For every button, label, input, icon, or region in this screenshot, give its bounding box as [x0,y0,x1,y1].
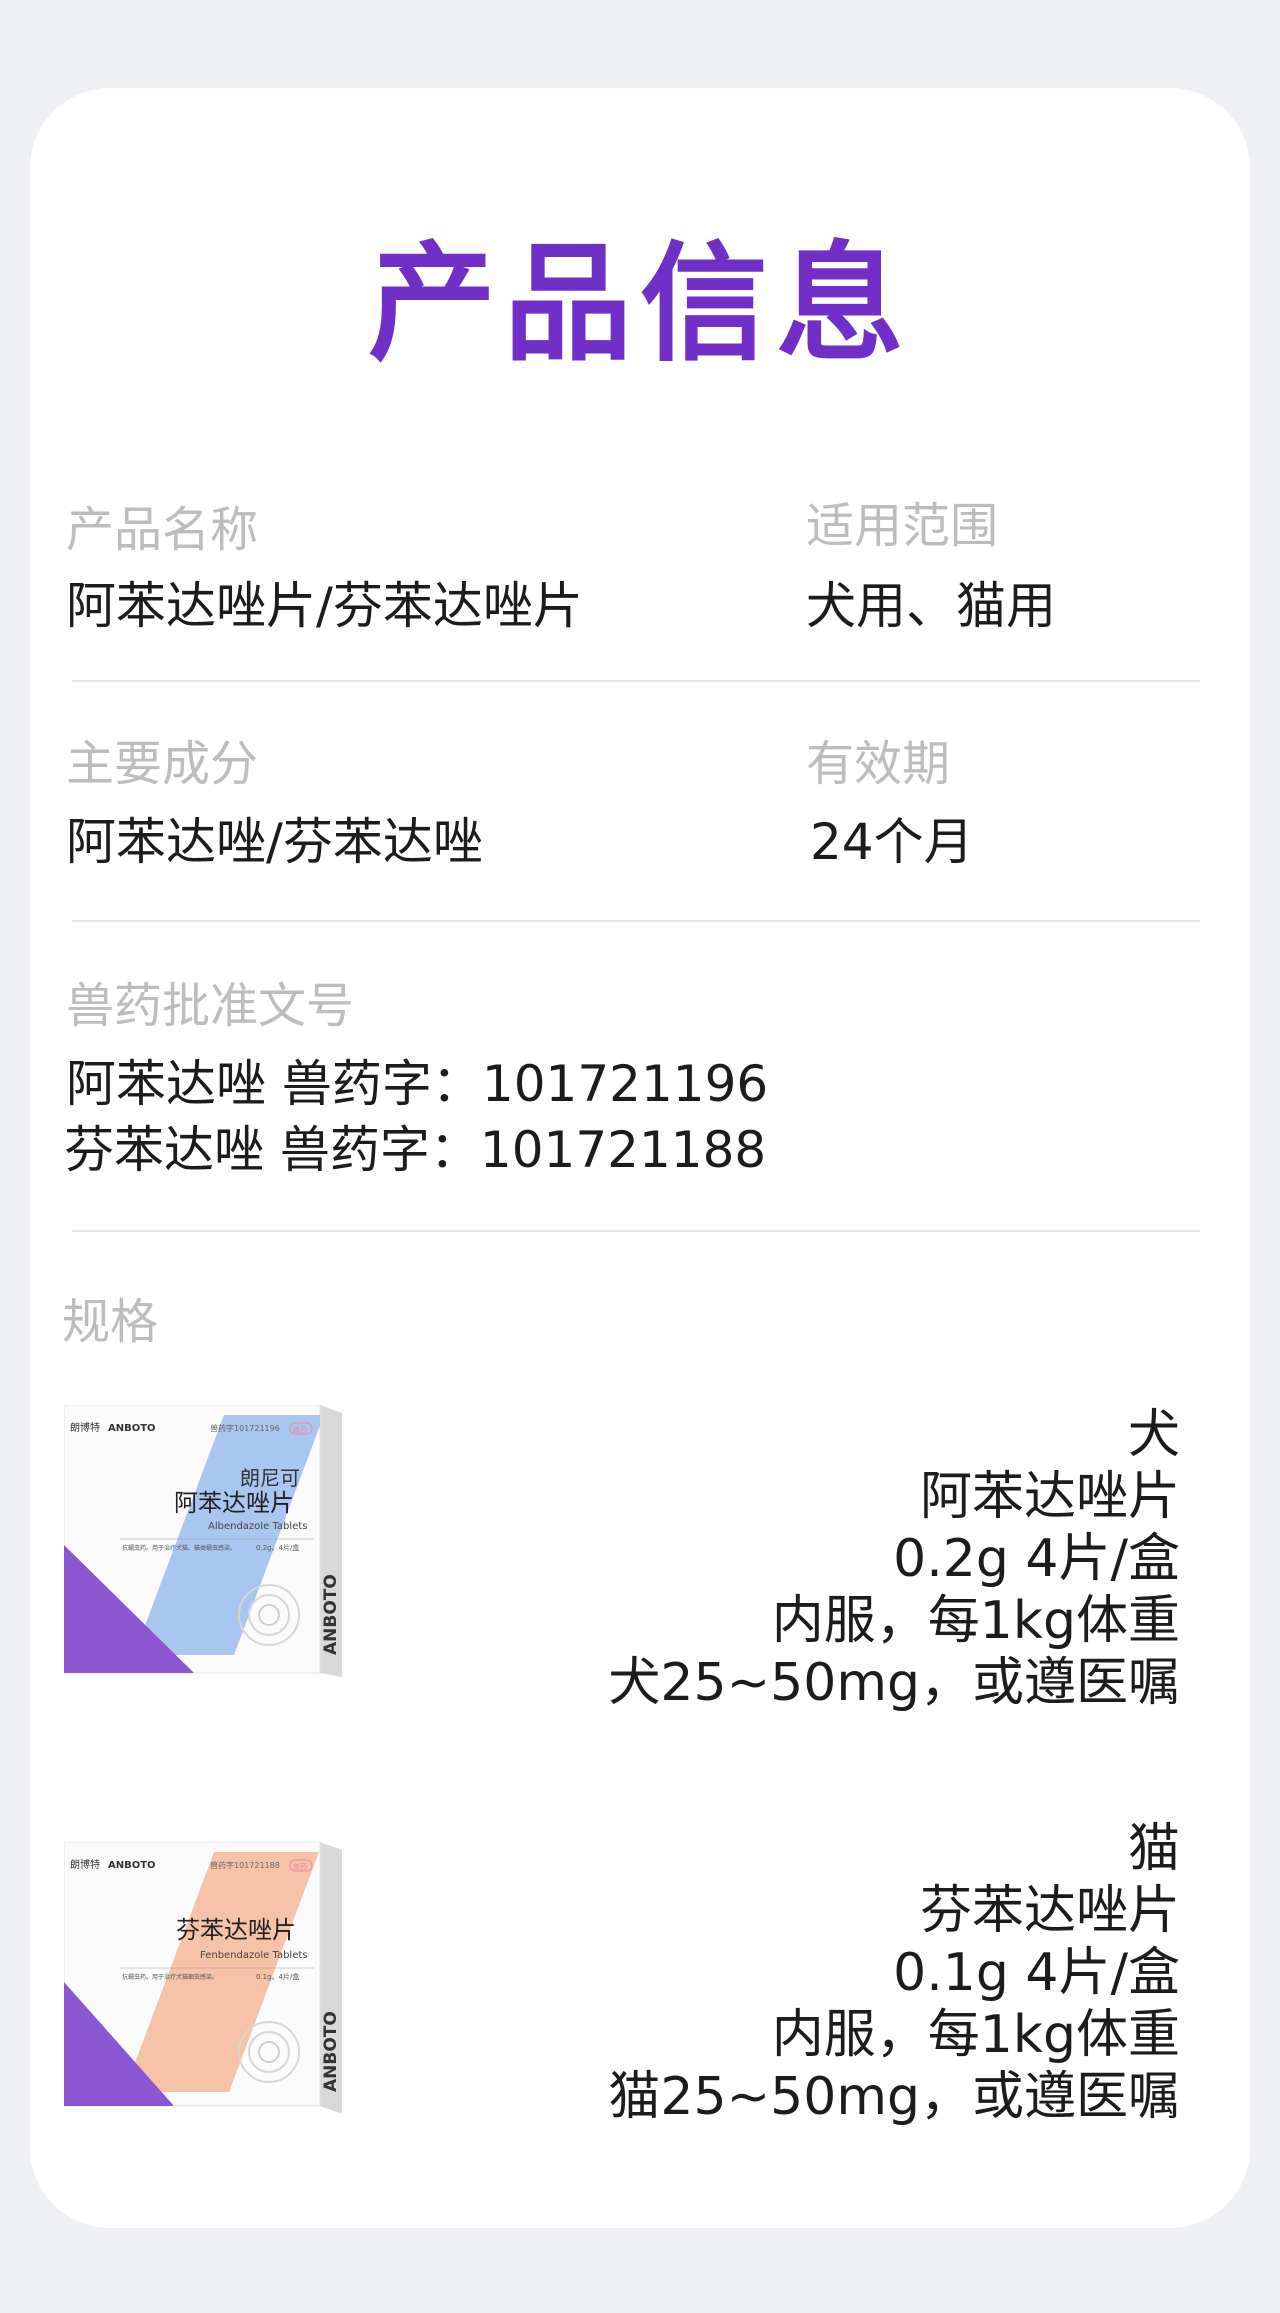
product-name-value: 阿苯达唑片/芬苯达唑片 [66,577,583,635]
ingredient-label: 主要成分 [66,736,259,792]
ingredient-value: 阿苯达唑/芬苯达唑 [66,813,483,871]
box-product-name-en: Fenbendazole Tablets [200,1950,307,1961]
box-badge: 兽药 [293,1862,307,1871]
box-spec: 0.2g。4片/盒 [256,1543,299,1552]
scope-value: 犬用、猫用 [806,577,1056,635]
box-approval-number: 兽药字101721196 [210,1423,280,1433]
box-side-brand: ANBOTO [321,1574,341,1655]
divider [72,680,1200,682]
albendazole-box-image: 朗博特 ANBOTO 兽药字101721196 兽药 朗尼可 阿苯达唑片 Alb… [63,1404,342,1677]
box-brand-en: ANBOTO [108,1860,156,1871]
box-brand: 朗博特 [70,1858,100,1871]
spec-product-name: 阿苯达唑片 [919,1467,1180,1527]
box-sub-brand: 朗尼可 [240,1466,300,1490]
page-title: 产品信息 [367,230,912,379]
box-approval-number: 兽药字101721188 [210,1860,280,1870]
divider [72,920,1200,922]
box-product-name-en: Albendazole Tablets [208,1521,307,1532]
scope-label: 适用范围 [806,498,999,554]
spec-pack: 0.2g 4片/盒 [893,1529,1180,1589]
approval-line-2: 芬苯达唑 兽药字：101721188 [64,1121,767,1179]
box-description: 抗蠕虫药。用于治疗犬猫蛔虫感染。 [122,1973,218,1981]
divider [72,1230,1200,1232]
validity-label: 有效期 [806,736,951,792]
spec-dose: 猫25~50mg，或遵医嘱 [608,2067,1180,2127]
spec-animal: 犬 [1127,1405,1180,1465]
box-spec: 0.1g。4片/盒 [256,1972,299,1981]
box-product-name: 阿苯达唑片 [174,1489,294,1517]
box-badge: 兽药 [293,1425,307,1434]
box-brand-en: ANBOTO [108,1423,156,1434]
spec-dog: 犬 阿苯达唑片 0.2g 4片/盒 内服，每1kg体重 犬25~50mg，或遵医… [608,1404,1180,1714]
product-name-label: 产品名称 [66,502,259,558]
spec-usage: 内服，每1kg体重 [771,2005,1180,2065]
spec-usage: 内服，每1kg体重 [771,1591,1180,1651]
fenbendazole-box-image: 朗博特 ANBOTO 兽药字101721188 兽药 芬苯达唑片 Fenbend… [63,1841,342,2114]
approval-line-1: 阿苯达唑 兽药字：101721196 [66,1055,769,1113]
box-product-name: 芬苯达唑片 [176,1916,296,1944]
spec-product-name: 芬苯达唑片 [919,1881,1180,1941]
box-brand: 朗博特 [70,1421,100,1434]
validity-value: 24个月 [810,813,974,871]
spec-dose: 犬25~50mg，或遵医嘱 [608,1653,1180,1713]
box-description: 抗蠕虫药。用于治疗犬猫、猫类蠕虫感染。 [122,1544,236,1552]
approval-label: 兽药批准文号 [66,978,355,1034]
spec-animal: 猫 [1127,1819,1180,1879]
box-side-brand: ANBOTO [321,2011,341,2092]
spec-label: 规格 [62,1294,159,1350]
spec-cat: 猫 芬苯达唑片 0.1g 4片/盒 内服，每1kg体重 猫25~50mg，或遵医… [608,1818,1180,2128]
spec-pack: 0.1g 4片/盒 [893,1943,1180,2003]
